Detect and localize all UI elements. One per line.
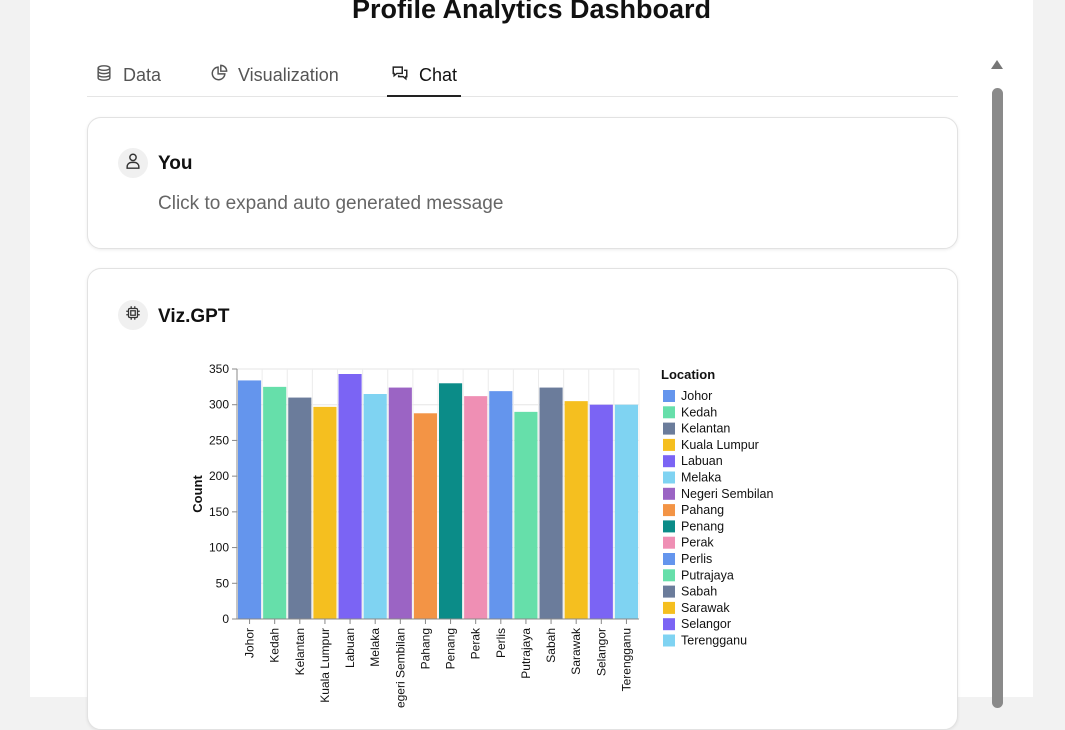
x-tick-label: Selangor: [594, 628, 608, 676]
tab-chat[interactable]: Chat: [386, 54, 462, 97]
assistant-avatar: [118, 300, 148, 330]
y-tick-label: 50: [216, 576, 230, 590]
x-tick-label: Labuan: [343, 628, 357, 668]
bar-selangor: [589, 404, 613, 619]
tab-bar: Data Visualization Chat: [87, 54, 958, 97]
legend-swatch: [663, 487, 675, 500]
assistant-sender-name: Viz.GPT: [158, 306, 230, 327]
bar-melaka: [363, 394, 387, 619]
bar-sarawak: [564, 401, 588, 619]
user-message-card: You Click to expand auto generated messa…: [87, 117, 958, 249]
page-title: Profile Analytics Dashboard: [351, 0, 712, 24]
tab-data-label: Data: [123, 64, 162, 85]
tab-chat-label: Chat: [419, 64, 458, 85]
bar-penang: [439, 383, 463, 619]
x-tick-label: Pahang: [418, 628, 432, 669]
legend-swatch: [663, 536, 675, 549]
x-tick-label: Melaka: [368, 628, 382, 667]
legend-swatch: [663, 520, 675, 533]
legend-swatch: [663, 504, 675, 517]
legend-swatch: [663, 422, 675, 435]
legend-swatch: [663, 601, 675, 614]
tab-visualization-label: Visualization: [238, 64, 339, 85]
legend-label: Johor: [681, 389, 712, 403]
bar-kelantan: [288, 397, 312, 619]
legend-label: Sarawak: [681, 601, 730, 615]
x-tick-label: Putrajaya: [519, 628, 533, 679]
bar-negeri-sembilan: [388, 387, 412, 619]
bar-labuan: [338, 374, 362, 619]
legend-swatch: [663, 634, 675, 647]
x-tick-label: Johor: [243, 628, 257, 658]
dashboard-page: Profile Analytics Dashboard Data Visuali…: [30, 0, 1033, 730]
expand-message-link[interactable]: Click to expand auto generated message: [158, 193, 503, 215]
legend-swatch: [663, 618, 675, 631]
legend-title: Location: [661, 367, 715, 382]
legend-swatch: [663, 438, 675, 451]
user-avatar: [118, 148, 148, 178]
pie-chart-icon: [210, 64, 228, 87]
legend-label: Selangor: [681, 617, 731, 631]
tab-data[interactable]: Data: [95, 54, 161, 96]
x-tick-label: Kedah: [268, 628, 282, 663]
scroll-up-arrow-icon[interactable]: [991, 60, 1003, 69]
legend-label: Perlis: [681, 552, 712, 566]
user-sender-name: You: [158, 153, 193, 174]
x-tick-label: Kuala Lumpur: [318, 628, 332, 703]
x-tick-label: Sabah: [544, 628, 558, 663]
bar-johor: [238, 380, 262, 619]
legend-label: Labuan: [681, 454, 723, 468]
chat-bubbles-icon: [391, 64, 409, 87]
x-tick-label: Perlis: [494, 628, 508, 658]
scrollbar-thumb[interactable]: [992, 88, 1003, 708]
user-icon: [124, 152, 142, 175]
legend-label: Sabah: [681, 585, 717, 599]
x-tick-label: Terengganu: [619, 628, 633, 691]
legend-swatch: [663, 585, 675, 598]
legend-swatch: [663, 406, 675, 419]
legend-swatch: [663, 553, 675, 565]
x-tick-label: Perak: [469, 627, 483, 659]
cpu-chip-icon: [124, 304, 142, 327]
bar-sabah: [539, 387, 563, 619]
y-tick-label: 300: [209, 398, 229, 412]
bar-putrajaya: [514, 411, 538, 619]
legend-label: Terengganu: [681, 634, 747, 648]
legend-label: Negeri Sembilan: [681, 487, 773, 501]
legend-swatch: [663, 471, 675, 484]
legend-swatch: [663, 390, 675, 402]
legend-swatch: [663, 455, 675, 468]
bar-kuala-lumpur: [313, 406, 337, 619]
y-tick-label: 0: [222, 612, 229, 626]
tab-visualization[interactable]: Visualization: [210, 54, 339, 96]
x-tick-label: Penang: [444, 628, 458, 669]
assistant-message-card: Viz.GPT 0 50 100 150 200 250 300 350 Count Johor K…: [87, 268, 958, 730]
y-tick-label: 250: [209, 433, 229, 447]
legend-label: Perak: [681, 536, 714, 550]
legend-label: Kedah: [681, 405, 717, 419]
x-tick-label: Sarawak: [569, 627, 583, 675]
y-tick-label: 350: [209, 362, 229, 376]
y-axis-label: Count: [190, 475, 205, 513]
legend-label: Kelantan: [681, 422, 730, 436]
bar-kedah: [263, 386, 287, 619]
x-tick-label: Kelantan: [293, 628, 307, 675]
legend-swatch: [663, 569, 675, 582]
legend-label: Penang: [681, 519, 724, 533]
bar-pahang: [413, 413, 437, 619]
legend-label: Melaka: [681, 471, 721, 485]
y-tick-label: 150: [209, 505, 229, 519]
legend-label: Putrajaya: [681, 568, 734, 582]
bar-chart: 0 50 100 150 200 250 300 350 Count Johor Kedah Kela…: [190, 362, 773, 709]
legend-label: Pahang: [681, 503, 724, 517]
y-tick-label: 100: [209, 541, 229, 555]
bar-perlis: [489, 391, 513, 619]
database-icon: [95, 64, 113, 87]
y-tick-label: 200: [209, 469, 229, 483]
legend-label: Kuala Lumpur: [681, 438, 759, 452]
bar-terengganu: [614, 404, 638, 619]
bar-perak: [464, 396, 488, 619]
